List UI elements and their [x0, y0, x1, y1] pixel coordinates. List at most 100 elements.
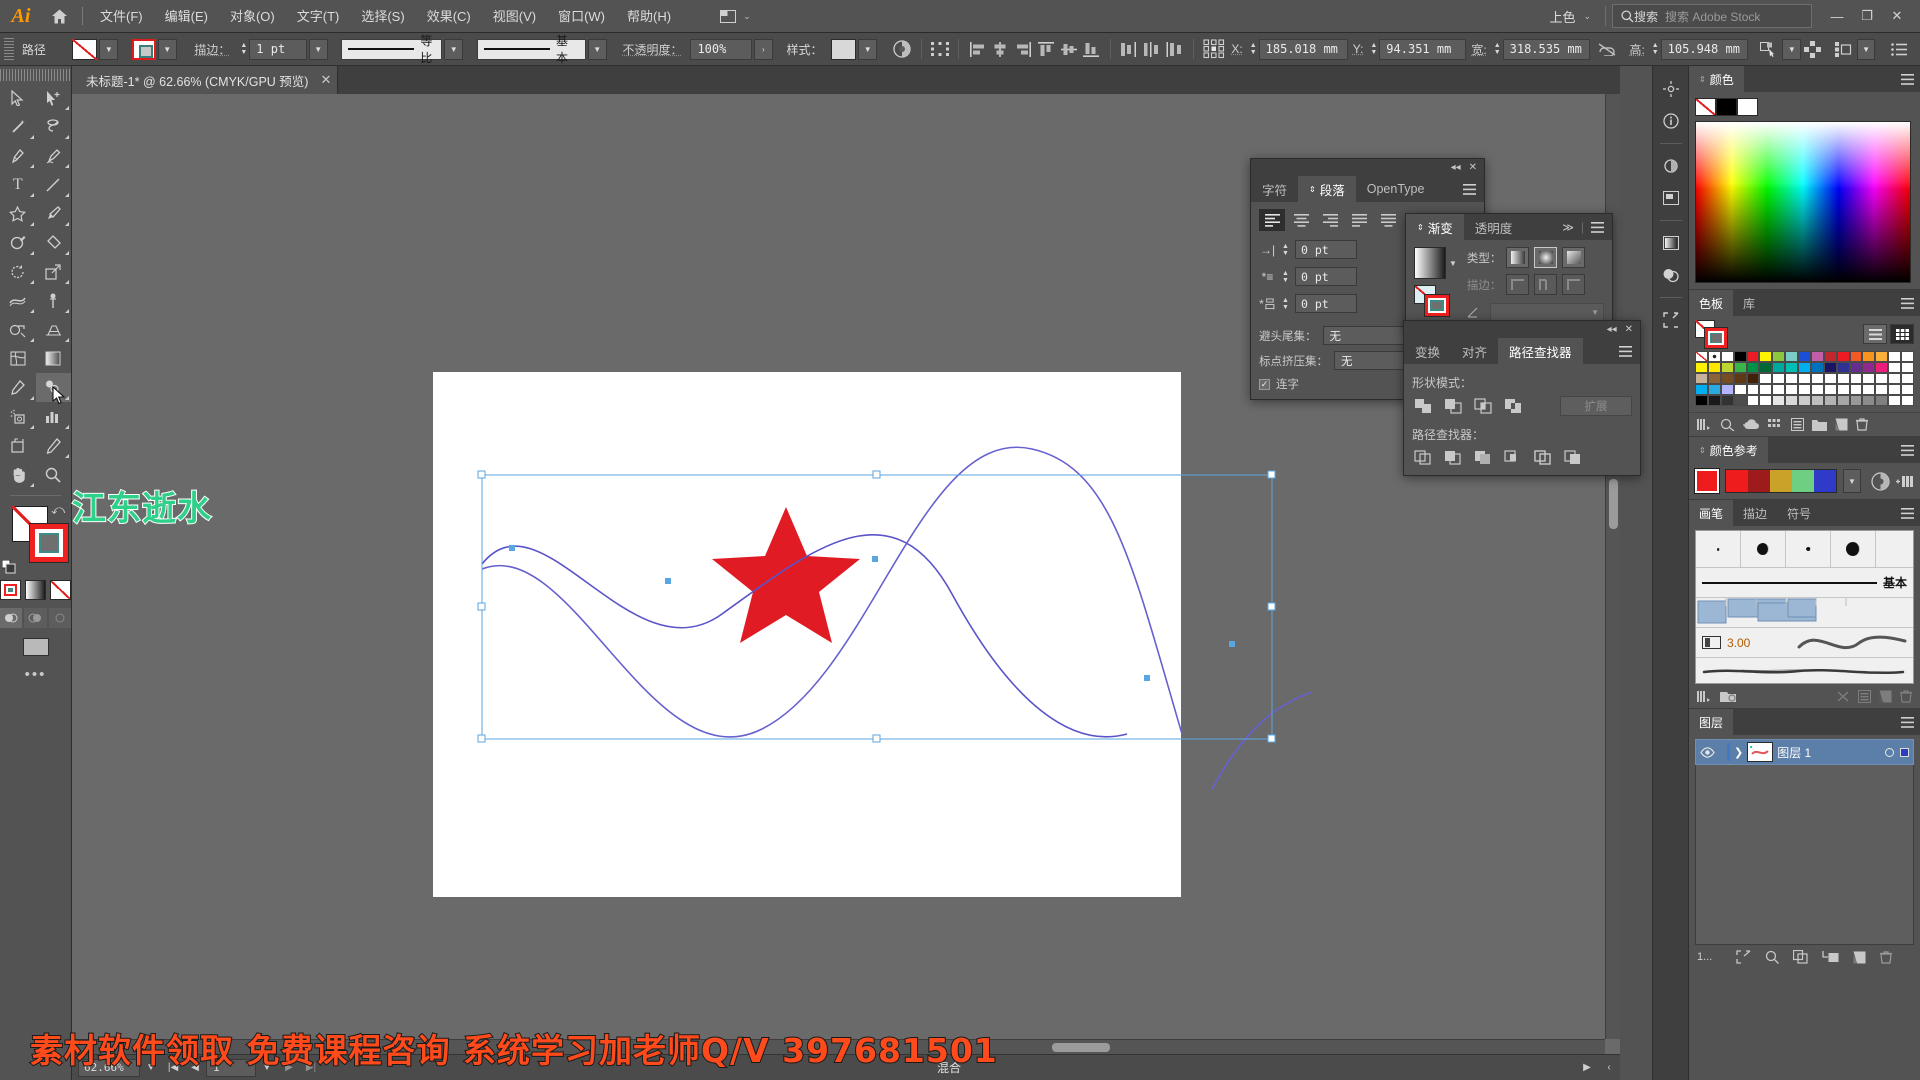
swatch-cell[interactable] — [1888, 384, 1902, 395]
swatch-cell[interactable] — [1849, 395, 1863, 406]
tool-free-transform[interactable] — [36, 286, 72, 315]
swatches-fill-stroke-icon[interactable] — [1695, 320, 1729, 349]
artboards-panel-icon[interactable] — [1656, 183, 1686, 213]
gradient-angle-field[interactable]: ▼ — [1489, 303, 1604, 321]
swatch-cell[interactable] — [1746, 395, 1760, 406]
tool-column-graph[interactable] — [36, 402, 72, 431]
brush-art-row[interactable]: 3.00 — [1696, 627, 1913, 657]
brushes-list[interactable]: 基本 3.00 — [1695, 530, 1914, 684]
none-fill-mode-button[interactable] — [50, 580, 71, 600]
swatch-cell[interactable] — [1901, 384, 1914, 395]
swatch-cell[interactable] — [1746, 384, 1760, 395]
space-before-value[interactable]: 0 pt — [1295, 294, 1357, 313]
document-setup-dropdown-icon[interactable]: ▼ — [1856, 38, 1876, 60]
control-bar-grip[interactable] — [4, 38, 14, 60]
select-similar-dropdown-icon[interactable]: ▼ — [1782, 38, 1802, 60]
trim-icon[interactable] — [1442, 448, 1464, 468]
draw-behind-button[interactable] — [24, 608, 47, 628]
tab-swatches[interactable]: 色板 — [1689, 290, 1734, 316]
swatch-cell[interactable] — [1733, 351, 1747, 362]
swatch-cell[interactable] — [1849, 351, 1863, 362]
locate-object-icon[interactable] — [1765, 950, 1780, 964]
delete-layer-icon[interactable] — [1880, 950, 1893, 964]
swatch-cell[interactable] — [1836, 384, 1850, 395]
tool-lasso[interactable] — [36, 112, 72, 141]
tool-direct-selection[interactable] — [36, 83, 72, 112]
layers-empty-area[interactable] — [1695, 765, 1914, 945]
gradient-fill-mode-button[interactable] — [25, 580, 46, 600]
swatch-cell[interactable] — [1707, 362, 1721, 373]
distribute-right-icon[interactable] — [1163, 38, 1186, 61]
tab-symbols[interactable]: 符号 — [1777, 500, 1821, 526]
swatch-cell[interactable] — [1695, 351, 1708, 362]
swatch-cell[interactable] — [1695, 384, 1708, 395]
select-similar-icon[interactable] — [1758, 38, 1781, 61]
color-guide-harmony-strip[interactable] — [1724, 469, 1837, 493]
properties-panel-icon[interactable] — [1656, 74, 1686, 104]
swatch-cell[interactable] — [1810, 373, 1824, 384]
stroke-color-swatch[interactable] — [132, 38, 156, 60]
swatch-cell[interactable] — [1901, 373, 1914, 384]
recolor-artwork-icon[interactable] — [891, 38, 914, 61]
fill-color-swatch[interactable] — [71, 38, 98, 60]
paragraph-close-icon[interactable]: ✕ — [1469, 162, 1477, 173]
tab-libraries[interactable]: 库 — [1733, 290, 1765, 316]
menu-view[interactable]: 视图(V) — [482, 0, 547, 33]
swatch-cell[interactable] — [1746, 373, 1760, 384]
gradient-type-linear-icon[interactable] — [1506, 247, 1530, 268]
stroke-weight-value[interactable]: 1 pt — [249, 38, 307, 60]
swatch-cell[interactable] — [1875, 362, 1889, 373]
swatch-cell[interactable] — [1759, 395, 1773, 406]
document-tab[interactable]: 未标题-1* @ 62.66% (CMYK/GPU 预览) ✕ — [72, 66, 339, 94]
pathfinder-close-icon[interactable]: ✕ — [1625, 324, 1633, 335]
indent-first-value[interactable]: 0 pt — [1295, 267, 1357, 286]
home-icon[interactable] — [42, 0, 76, 33]
swatch-cell[interactable] — [1849, 362, 1863, 373]
swatch-cell[interactable] — [1823, 362, 1837, 373]
tool-line-segment[interactable] — [36, 170, 72, 199]
swatch-cell[interactable] — [1695, 362, 1708, 373]
default-fill-stroke-icon[interactable] — [2, 560, 16, 574]
swatch-cell[interactable] — [1707, 395, 1721, 406]
tool-shape[interactable] — [0, 199, 36, 228]
color-guide-base-swatch[interactable] — [1694, 468, 1720, 494]
swatch-cell[interactable] — [1836, 395, 1850, 406]
outline-icon[interactable] — [1532, 448, 1554, 468]
swatch-cell[interactable] — [1785, 362, 1799, 373]
tools-panel-grip[interactable] — [0, 69, 71, 81]
align-text-right-icon[interactable] — [1317, 209, 1343, 231]
swatch-cell[interactable] — [1759, 351, 1773, 362]
minus-front-icon[interactable] — [1442, 396, 1464, 416]
create-new-layer-icon[interactable] — [1853, 951, 1866, 964]
tab-layers[interactable]: 图层 — [1689, 709, 1734, 735]
intersect-icon[interactable] — [1472, 396, 1494, 416]
swatch-cell[interactable] — [1862, 362, 1876, 373]
tool-rotate[interactable] — [0, 257, 36, 286]
tool-selection[interactable] — [0, 83, 36, 112]
crop-icon[interactable] — [1502, 448, 1524, 468]
brush-dot-tiny[interactable] — [1696, 531, 1741, 567]
brush-definition-dropdown-icon[interactable]: ▼ — [587, 38, 607, 60]
swatch-cell[interactable] — [1720, 351, 1734, 362]
color-guide-harmony-swatch[interactable] — [1725, 470, 1748, 492]
tool-paintbrush[interactable] — [36, 199, 72, 228]
gradient-type-radial-icon[interactable] — [1534, 247, 1558, 268]
menu-type[interactable]: 文字(T) — [286, 0, 351, 33]
swatch-cell[interactable] — [1720, 384, 1734, 395]
color-fill-mode-button[interactable] — [0, 580, 21, 600]
exclude-icon[interactable] — [1502, 396, 1524, 416]
space-before-stepper[interactable]: ▲ ▼ — [1280, 293, 1291, 314]
swatch-cell[interactable] — [1836, 373, 1850, 384]
tab-brushes[interactable]: 画笔 — [1689, 500, 1734, 526]
tool-shape-builder[interactable] — [0, 315, 36, 344]
workspace-chevron-icon[interactable]: ⌄ — [1579, 11, 1599, 22]
merge-icon[interactable] — [1472, 448, 1494, 468]
brush-basic-row[interactable]: 基本 — [1696, 567, 1913, 597]
delete-swatch-icon[interactable] — [1856, 418, 1868, 431]
tool-curvature[interactable] — [36, 141, 72, 170]
screen-mode-button[interactable] — [22, 638, 49, 656]
window-close-button[interactable]: ✕ — [1882, 0, 1912, 33]
reference-point-icon[interactable] — [1201, 38, 1227, 61]
transform-panel-icon[interactable] — [929, 38, 952, 61]
color-panel-menu-icon[interactable] — [1894, 66, 1920, 92]
